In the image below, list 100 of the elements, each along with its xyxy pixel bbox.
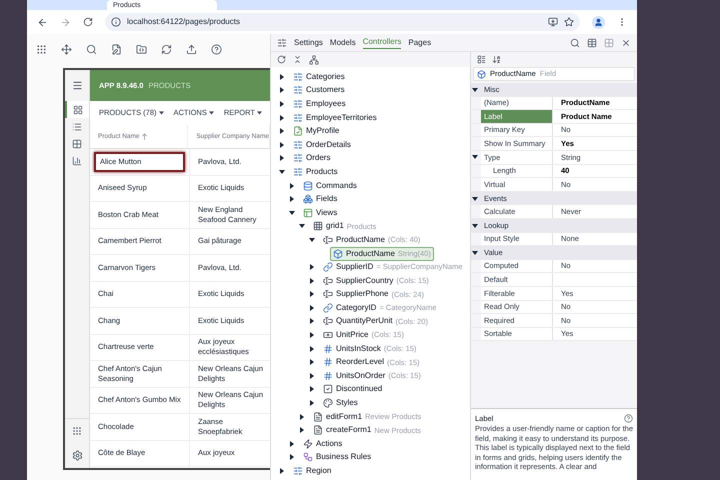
- caret-right-icon[interactable]: [279, 100, 285, 107]
- reload-icon[interactable]: [83, 17, 93, 27]
- tree-item[interactable]: Employees: [290, 96, 349, 111]
- menu-icon[interactable]: [72, 80, 82, 91]
- caret-down-icon[interactable]: [279, 168, 285, 175]
- address-bar[interactable]: localhost:64122/pages/products: [105, 13, 580, 31]
- caret-down-icon[interactable]: [472, 154, 478, 160]
- caret-right-icon[interactable]: [279, 468, 285, 474]
- tree-item-label: Views: [316, 206, 338, 219]
- caret-right-icon[interactable]: [309, 346, 315, 352]
- caret-down-icon[interactable]: [299, 223, 305, 230]
- caret-down-icon[interactable]: [289, 210, 295, 216]
- sliders-icon: [293, 98, 303, 109]
- caret-right-icon[interactable]: [289, 454, 295, 460]
- tree-item[interactable]: Categories: [290, 70, 348, 84]
- caret-right-icon[interactable]: [289, 440, 295, 447]
- back-icon[interactable]: [37, 16, 48, 28]
- collapse-icon[interactable]: [293, 55, 302, 64]
- tree-item-label: UnitsInStock: [336, 342, 381, 355]
- designer-tab[interactable]: Controllers: [362, 36, 402, 49]
- hash-icon: [323, 344, 333, 354]
- help-icon[interactable]: [624, 414, 633, 424]
- tree-item[interactable]: OrderDetails: [290, 138, 354, 152]
- search-icon[interactable]: [570, 38, 580, 48]
- caret-right-icon[interactable]: [309, 318, 315, 324]
- tree-item[interactable]: Products: [290, 164, 341, 179]
- caret-down-icon[interactable]: [309, 236, 315, 243]
- table-icon[interactable]: [587, 38, 597, 48]
- tree-item[interactable]: Customers: [290, 83, 348, 98]
- close-icon[interactable]: [621, 38, 631, 48]
- designer-tab[interactable]: Settings: [294, 36, 323, 48]
- caret-right-icon[interactable]: [309, 278, 315, 284]
- caret-right-icon[interactable]: [279, 114, 285, 121]
- apps-icon[interactable]: [36, 44, 47, 54]
- tree-item[interactable]: Orders: [290, 151, 334, 166]
- move-icon[interactable]: [61, 44, 72, 54]
- tree-item[interactable]: Discontinued: [320, 382, 386, 396]
- folder-icon[interactable]: [136, 44, 147, 54]
- hierarchy-icon[interactable]: [309, 54, 319, 64]
- caret-right-icon[interactable]: [279, 155, 285, 162]
- caret-right-icon[interactable]: [289, 182, 295, 189]
- property-value-field[interactable]: [553, 273, 637, 286]
- tree-item-label: Customers: [306, 84, 345, 96]
- banknote-icon: [323, 330, 333, 340]
- tree-item[interactable]: MyProfile: [290, 124, 342, 138]
- tree-item-label: Commands: [316, 180, 357, 192]
- designer-tab[interactable]: Models: [330, 36, 356, 48]
- settings-icon[interactable]: [72, 450, 82, 461]
- caret-right-icon[interactable]: [309, 400, 315, 406]
- caret-right-icon[interactable]: [299, 427, 305, 434]
- refresh-icon[interactable]: [277, 55, 286, 64]
- tree-item[interactable]: Commands: [300, 178, 360, 193]
- caret-right-icon[interactable]: [309, 291, 315, 298]
- install-icon[interactable]: [548, 17, 558, 27]
- sort-az-icon[interactable]: [492, 55, 501, 64]
- tree-item-label: Fields: [316, 193, 338, 206]
- tree-item-label: createForm1: [326, 424, 372, 436]
- apps-icon[interactable]: [72, 426, 82, 436]
- tree-item[interactable]: Actions: [300, 436, 346, 451]
- edit-icon[interactable]: [111, 44, 122, 54]
- tree-item-label: ProductName: [336, 234, 385, 246]
- designer-tab[interactable]: Pages: [408, 36, 432, 48]
- tree-item[interactable]: Region: [290, 464, 334, 478]
- caret-right-icon[interactable]: [279, 87, 285, 94]
- tree-item[interactable]: Fields: [300, 192, 340, 206]
- caret-right-icon[interactable]: [309, 359, 315, 366]
- sliders-icon[interactable]: [277, 38, 287, 48]
- sync-icon[interactable]: [161, 44, 172, 54]
- tree-item-label: UnitPrice: [336, 329, 368, 342]
- info-icon: [111, 17, 121, 27]
- caret-right-icon[interactable]: [279, 74, 285, 80]
- tree-item[interactable]: Business Rules: [300, 450, 374, 464]
- caret-right-icon[interactable]: [289, 196, 295, 202]
- search-icon[interactable]: [86, 44, 97, 54]
- caret-right-icon[interactable]: [299, 414, 305, 420]
- text-field-icon: [323, 276, 333, 286]
- caret-right-icon[interactable]: [309, 304, 315, 311]
- view-tab[interactable]: [65, 101, 89, 118]
- help-icon[interactable]: [211, 44, 222, 54]
- caret-down-icon[interactable]: [472, 250, 478, 256]
- tree-item[interactable]: Views: [300, 206, 340, 220]
- caret-right-icon[interactable]: [309, 332, 315, 338]
- star-icon[interactable]: [564, 17, 574, 27]
- categorized-icon[interactable]: [477, 55, 486, 64]
- tree-item[interactable]: Styles: [320, 396, 361, 410]
- caret-down-icon[interactable]: [472, 86, 478, 93]
- caret-right-icon[interactable]: [279, 142, 285, 148]
- caret-right-icon[interactable]: [309, 264, 315, 270]
- profile-avatar[interactable]: [592, 16, 605, 28]
- checkbox-icon: [323, 384, 333, 394]
- upload-icon[interactable]: [186, 44, 197, 54]
- caret-down-icon[interactable]: [472, 222, 478, 229]
- caret-right-icon[interactable]: [279, 128, 285, 134]
- caret-right-icon[interactable]: [309, 386, 315, 392]
- tree-item-label: ReorderLevel: [336, 356, 384, 368]
- tree-item[interactable]: EmployeeTerritories: [290, 110, 380, 125]
- database-icon: [303, 180, 313, 191]
- caret-down-icon[interactable]: [472, 196, 478, 202]
- tree-item-label: Region: [306, 465, 332, 478]
- caret-right-icon[interactable]: [309, 372, 315, 379]
